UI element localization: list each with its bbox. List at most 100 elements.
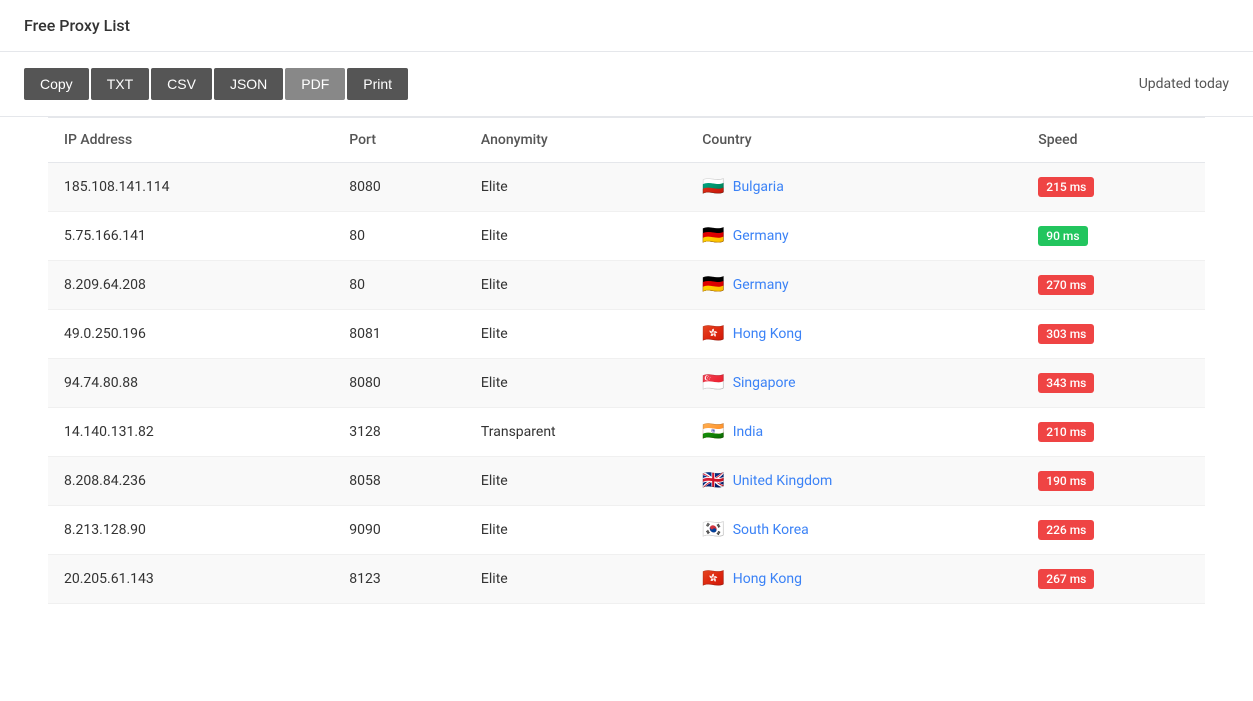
cell-speed: 215 ms: [1022, 163, 1205, 212]
table-row: 8.213.128.90 9090 Elite 🇰🇷 South Korea 2…: [48, 506, 1205, 555]
cell-port: 9090: [333, 506, 465, 555]
cell-speed: 90 ms: [1022, 212, 1205, 261]
cell-country: 🇭🇰 Hong Kong: [686, 555, 1022, 604]
flag-icon: 🇩🇪: [702, 276, 724, 294]
speed-badge: 215 ms: [1038, 177, 1094, 197]
cell-port: 8080: [333, 359, 465, 408]
cell-country: 🇭🇰 Hong Kong: [686, 310, 1022, 359]
col-speed: Speed: [1022, 118, 1205, 163]
flag-icon: 🇮🇳: [702, 423, 724, 441]
cell-speed: 226 ms: [1022, 506, 1205, 555]
flag-icon: 🇬🇧: [702, 472, 724, 490]
table-row: 8.208.84.236 8058 Elite 🇬🇧 United Kingdo…: [48, 457, 1205, 506]
cell-ip: 5.75.166.141: [48, 212, 333, 261]
cell-anonymity: Elite: [465, 555, 686, 604]
page-title: Free Proxy List: [24, 16, 1229, 35]
page-container: Free Proxy List Copy TXT CSV JSON PDF Pr…: [0, 0, 1253, 604]
cell-anonymity: Elite: [465, 212, 686, 261]
pdf-button[interactable]: PDF: [285, 68, 345, 100]
cell-ip: 8.209.64.208: [48, 261, 333, 310]
flag-icon: 🇸🇬: [702, 374, 724, 392]
flag-icon: 🇰🇷: [702, 521, 724, 539]
cell-country: 🇧🇬 Bulgaria: [686, 163, 1022, 212]
col-ip: IP Address: [48, 118, 333, 163]
page-header: Free Proxy List: [0, 0, 1253, 52]
csv-button[interactable]: CSV: [151, 68, 212, 100]
country-name: United Kingdom: [733, 473, 833, 489]
cell-country: 🇰🇷 South Korea: [686, 506, 1022, 555]
cell-country: 🇮🇳 India: [686, 408, 1022, 457]
toolbar: Copy TXT CSV JSON PDF Print Updated toda…: [0, 52, 1253, 117]
speed-badge: 303 ms: [1038, 324, 1094, 344]
cell-speed: 270 ms: [1022, 261, 1205, 310]
country-name: Germany: [733, 228, 789, 244]
country-name: Bulgaria: [733, 179, 784, 195]
updated-text: Updated today: [1139, 76, 1229, 92]
table-row: 49.0.250.196 8081 Elite 🇭🇰 Hong Kong 303…: [48, 310, 1205, 359]
speed-badge: 270 ms: [1038, 275, 1094, 295]
speed-badge: 226 ms: [1038, 520, 1094, 540]
cell-port: 8080: [333, 163, 465, 212]
table-wrapper: IP Address Port Anonymity Country Speed …: [0, 117, 1253, 604]
flag-icon: 🇩🇪: [702, 227, 724, 245]
print-button[interactable]: Print: [347, 68, 408, 100]
table-row: 5.75.166.141 80 Elite 🇩🇪 Germany 90 ms: [48, 212, 1205, 261]
table-body: 185.108.141.114 8080 Elite 🇧🇬 Bulgaria 2…: [48, 163, 1205, 604]
cell-ip: 8.208.84.236: [48, 457, 333, 506]
table-row: 94.74.80.88 8080 Elite 🇸🇬 Singapore 343 …: [48, 359, 1205, 408]
json-button[interactable]: JSON: [214, 68, 283, 100]
col-port: Port: [333, 118, 465, 163]
col-country: Country: [686, 118, 1022, 163]
table-row: 185.108.141.114 8080 Elite 🇧🇬 Bulgaria 2…: [48, 163, 1205, 212]
col-anonymity: Anonymity: [465, 118, 686, 163]
cell-anonymity: Elite: [465, 457, 686, 506]
cell-country: 🇩🇪 Germany: [686, 261, 1022, 310]
cell-ip: 8.213.128.90: [48, 506, 333, 555]
cell-port: 3128: [333, 408, 465, 457]
speed-badge: 210 ms: [1038, 422, 1094, 442]
country-name: Singapore: [733, 375, 796, 391]
cell-port: 8058: [333, 457, 465, 506]
cell-speed: 303 ms: [1022, 310, 1205, 359]
cell-speed: 210 ms: [1022, 408, 1205, 457]
txt-button[interactable]: TXT: [91, 68, 149, 100]
cell-anonymity: Elite: [465, 261, 686, 310]
table-row: 8.209.64.208 80 Elite 🇩🇪 Germany 270 ms: [48, 261, 1205, 310]
cell-port: 8123: [333, 555, 465, 604]
cell-ip: 20.205.61.143: [48, 555, 333, 604]
table-row: 14.140.131.82 3128 Transparent 🇮🇳 India …: [48, 408, 1205, 457]
cell-port: 80: [333, 212, 465, 261]
country-name: Germany: [733, 277, 789, 293]
speed-badge: 90 ms: [1038, 226, 1087, 246]
copy-button[interactable]: Copy: [24, 68, 89, 100]
cell-speed: 343 ms: [1022, 359, 1205, 408]
cell-anonymity: Elite: [465, 310, 686, 359]
flag-icon: 🇭🇰: [702, 325, 724, 343]
table-header: IP Address Port Anonymity Country Speed: [48, 118, 1205, 163]
country-name: South Korea: [733, 522, 809, 538]
country-name: Hong Kong: [733, 326, 802, 342]
cell-anonymity: Elite: [465, 163, 686, 212]
cell-anonymity: Elite: [465, 359, 686, 408]
cell-speed: 190 ms: [1022, 457, 1205, 506]
cell-port: 8081: [333, 310, 465, 359]
cell-speed: 267 ms: [1022, 555, 1205, 604]
flag-icon: 🇧🇬: [702, 178, 724, 196]
proxy-table: IP Address Port Anonymity Country Speed …: [48, 117, 1205, 604]
speed-badge: 267 ms: [1038, 569, 1094, 589]
cell-ip: 14.140.131.82: [48, 408, 333, 457]
flag-icon: 🇭🇰: [702, 570, 724, 588]
cell-anonymity: Transparent: [465, 408, 686, 457]
cell-port: 80: [333, 261, 465, 310]
country-name: India: [733, 424, 763, 440]
table-row: 20.205.61.143 8123 Elite 🇭🇰 Hong Kong 26…: [48, 555, 1205, 604]
cell-ip: 185.108.141.114: [48, 163, 333, 212]
cell-country: 🇬🇧 United Kingdom: [686, 457, 1022, 506]
speed-badge: 343 ms: [1038, 373, 1094, 393]
cell-ip: 49.0.250.196: [48, 310, 333, 359]
country-name: Hong Kong: [733, 571, 802, 587]
cell-country: 🇸🇬 Singapore: [686, 359, 1022, 408]
cell-country: 🇩🇪 Germany: [686, 212, 1022, 261]
cell-anonymity: Elite: [465, 506, 686, 555]
speed-badge: 190 ms: [1038, 471, 1094, 491]
